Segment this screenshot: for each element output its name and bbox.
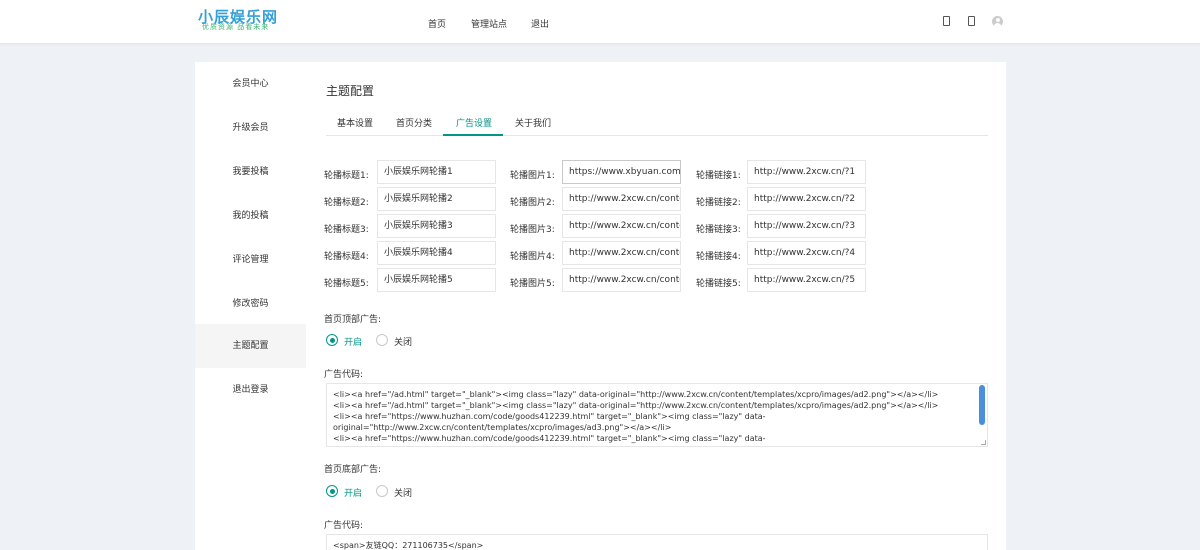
sidebar-item-member-center[interactable]: 会员中心: [195, 62, 306, 106]
carousel-link-label: 轮播链接2:: [696, 198, 741, 208]
bottom-ad-on-radio[interactable]: [326, 485, 338, 497]
carousel-image-input[interactable]: http://www.2xcw.cn/content/u: [562, 187, 681, 211]
bottom-ad-off-radio[interactable]: [376, 485, 388, 497]
top-ad-label: 首页顶部广告:: [324, 315, 382, 325]
code-line: <li><a href="/ad.html" target="_blank"><…: [333, 401, 939, 410]
carousel-image-label: 轮播图片3:: [510, 225, 555, 235]
sidebar-item-change-password[interactable]: 修改密码: [195, 282, 306, 326]
tab-ad-settings[interactable]: 广告设置: [456, 116, 492, 129]
carousel-link-input[interactable]: http://www.2xcw.cn/?2: [747, 187, 866, 211]
code-line: <li><a href="/ad.html" target="_blank"><…: [333, 390, 939, 399]
carousel-title-input[interactable]: 小辰娱乐网轮播1: [377, 160, 496, 184]
carousel-title-label: 轮播标题4:: [324, 252, 369, 262]
carousel-link-input[interactable]: http://www.2xcw.cn/?5: [747, 268, 866, 292]
bottom-ad-code-label: 广告代码:: [324, 521, 364, 531]
sidebar-item-upgrade-member[interactable]: 升级会员: [195, 106, 306, 150]
sidebar-item-sign-out[interactable]: 退出登录: [195, 368, 306, 412]
logo-slogan: 优质资源 品看未来: [202, 23, 270, 31]
top-ad-on-radio[interactable]: [326, 334, 338, 346]
bottom-ad-label: 首页底部广告:: [324, 465, 382, 475]
top-ad-on-label[interactable]: 开启: [344, 335, 362, 348]
page-title: 主题配置: [326, 84, 375, 98]
code-line: <li><a href="https://www.huzhan.com/code…: [333, 434, 766, 443]
bottom-ad-off-label[interactable]: 关闭: [394, 486, 412, 499]
top-ad-code-textarea[interactable]: <li><a href="/ad.html" target="_blank"><…: [326, 383, 988, 447]
tab-bar: 基本设置 首页分类 广告设置 关于我们: [326, 110, 988, 136]
carousel-image-label: 轮播图片1:: [510, 171, 555, 181]
nav-home[interactable]: 首页: [428, 17, 446, 30]
carousel-image-input[interactable]: http://www.2xcw.cn/content/u: [562, 241, 681, 265]
carousel-link-label: 轮播链接3:: [696, 225, 741, 235]
carousel-link-input[interactable]: http://www.2xcw.cn/?4: [747, 241, 866, 265]
carousel-image-input[interactable]: https://www.xbyuan.com/uplo: [562, 160, 681, 184]
carousel-image-label: 轮播图片5:: [510, 279, 555, 289]
sidebar-item-my-submissions[interactable]: 我的投稿: [195, 194, 306, 238]
resize-handle-icon[interactable]: [981, 440, 986, 445]
code-line: <li><a href="https://www.huzhan.com/code…: [333, 412, 766, 421]
carousel-title-label: 轮播标题5:: [324, 279, 369, 289]
sidebar-item-comments[interactable]: 评论管理: [195, 238, 306, 282]
carousel-title-input[interactable]: 小辰娱乐网轮播2: [377, 187, 496, 211]
textarea-scrollbar[interactable]: [979, 385, 985, 425]
tab-home-categories[interactable]: 首页分类: [396, 116, 432, 129]
carousel-link-label: 轮播链接1:: [696, 171, 741, 181]
sidebar-item-theme-config[interactable]: 主题配置: [195, 324, 306, 368]
top-ad-code-label: 广告代码:: [324, 370, 364, 380]
carousel-title-label: 轮播标题1:: [324, 171, 369, 181]
top-bar: 小辰娱乐网 优质资源 品看未来 首页 管理站点 退出: [0, 0, 1200, 44]
carousel-link-input[interactable]: http://www.2xcw.cn/?3: [747, 214, 866, 238]
carousel-image-input[interactable]: http://www.2xcw.cn/content/u: [562, 268, 681, 292]
tab-basic-settings[interactable]: 基本设置: [337, 116, 373, 129]
carousel-link-input[interactable]: http://www.2xcw.cn/?1: [747, 160, 866, 184]
sidebar: 会员中心 升级会员 我要投稿 我的投稿 评论管理 修改密码 主题配置 退出登录: [195, 62, 306, 550]
bottom-ad-on-label[interactable]: 开启: [344, 486, 362, 499]
carousel-link-label: 轮播链接4:: [696, 252, 741, 262]
main-panel: 主题配置 基本设置 首页分类 广告设置 关于我们 轮播标题1: 小辰娱乐网轮播1…: [306, 62, 1006, 550]
code-line: <span>友链QQ：271106735</span>: [333, 541, 484, 550]
bottom-ad-code-textarea[interactable]: <span>友链QQ：271106735</span>: [326, 534, 988, 550]
top-ad-off-radio[interactable]: [376, 334, 388, 346]
carousel-link-label: 轮播链接5:: [696, 279, 741, 289]
carousel-image-label: 轮播图片4:: [510, 252, 555, 262]
phone-icon[interactable]: [943, 16, 950, 26]
active-tab-indicator: [443, 134, 503, 136]
site-logo[interactable]: 小辰娱乐网 优质资源 品看未来: [198, 6, 288, 32]
tab-about-us[interactable]: 关于我们: [515, 116, 551, 129]
carousel-image-label: 轮播图片2:: [510, 198, 555, 208]
nav-manage-site[interactable]: 管理站点: [471, 17, 507, 30]
carousel-image-input[interactable]: http://www.2xcw.cn/content/u: [562, 214, 681, 238]
carousel-title-label: 轮播标题2:: [324, 198, 369, 208]
tablet-icon[interactable]: [968, 16, 975, 26]
carousel-title-input[interactable]: 小辰娱乐网轮播3: [377, 214, 496, 238]
carousel-title-input[interactable]: 小辰娱乐网轮播4: [377, 241, 496, 265]
nav-logout[interactable]: 退出: [531, 17, 549, 30]
code-line: original="http://www.2xcw.cn/content/tem…: [333, 423, 672, 432]
sidebar-item-submit[interactable]: 我要投稿: [195, 150, 306, 194]
carousel-title-input[interactable]: 小辰娱乐网轮播5: [377, 268, 496, 292]
carousel-title-label: 轮播标题3:: [324, 225, 369, 235]
user-avatar-icon[interactable]: [992, 16, 1003, 27]
top-ad-off-label[interactable]: 关闭: [394, 335, 412, 348]
